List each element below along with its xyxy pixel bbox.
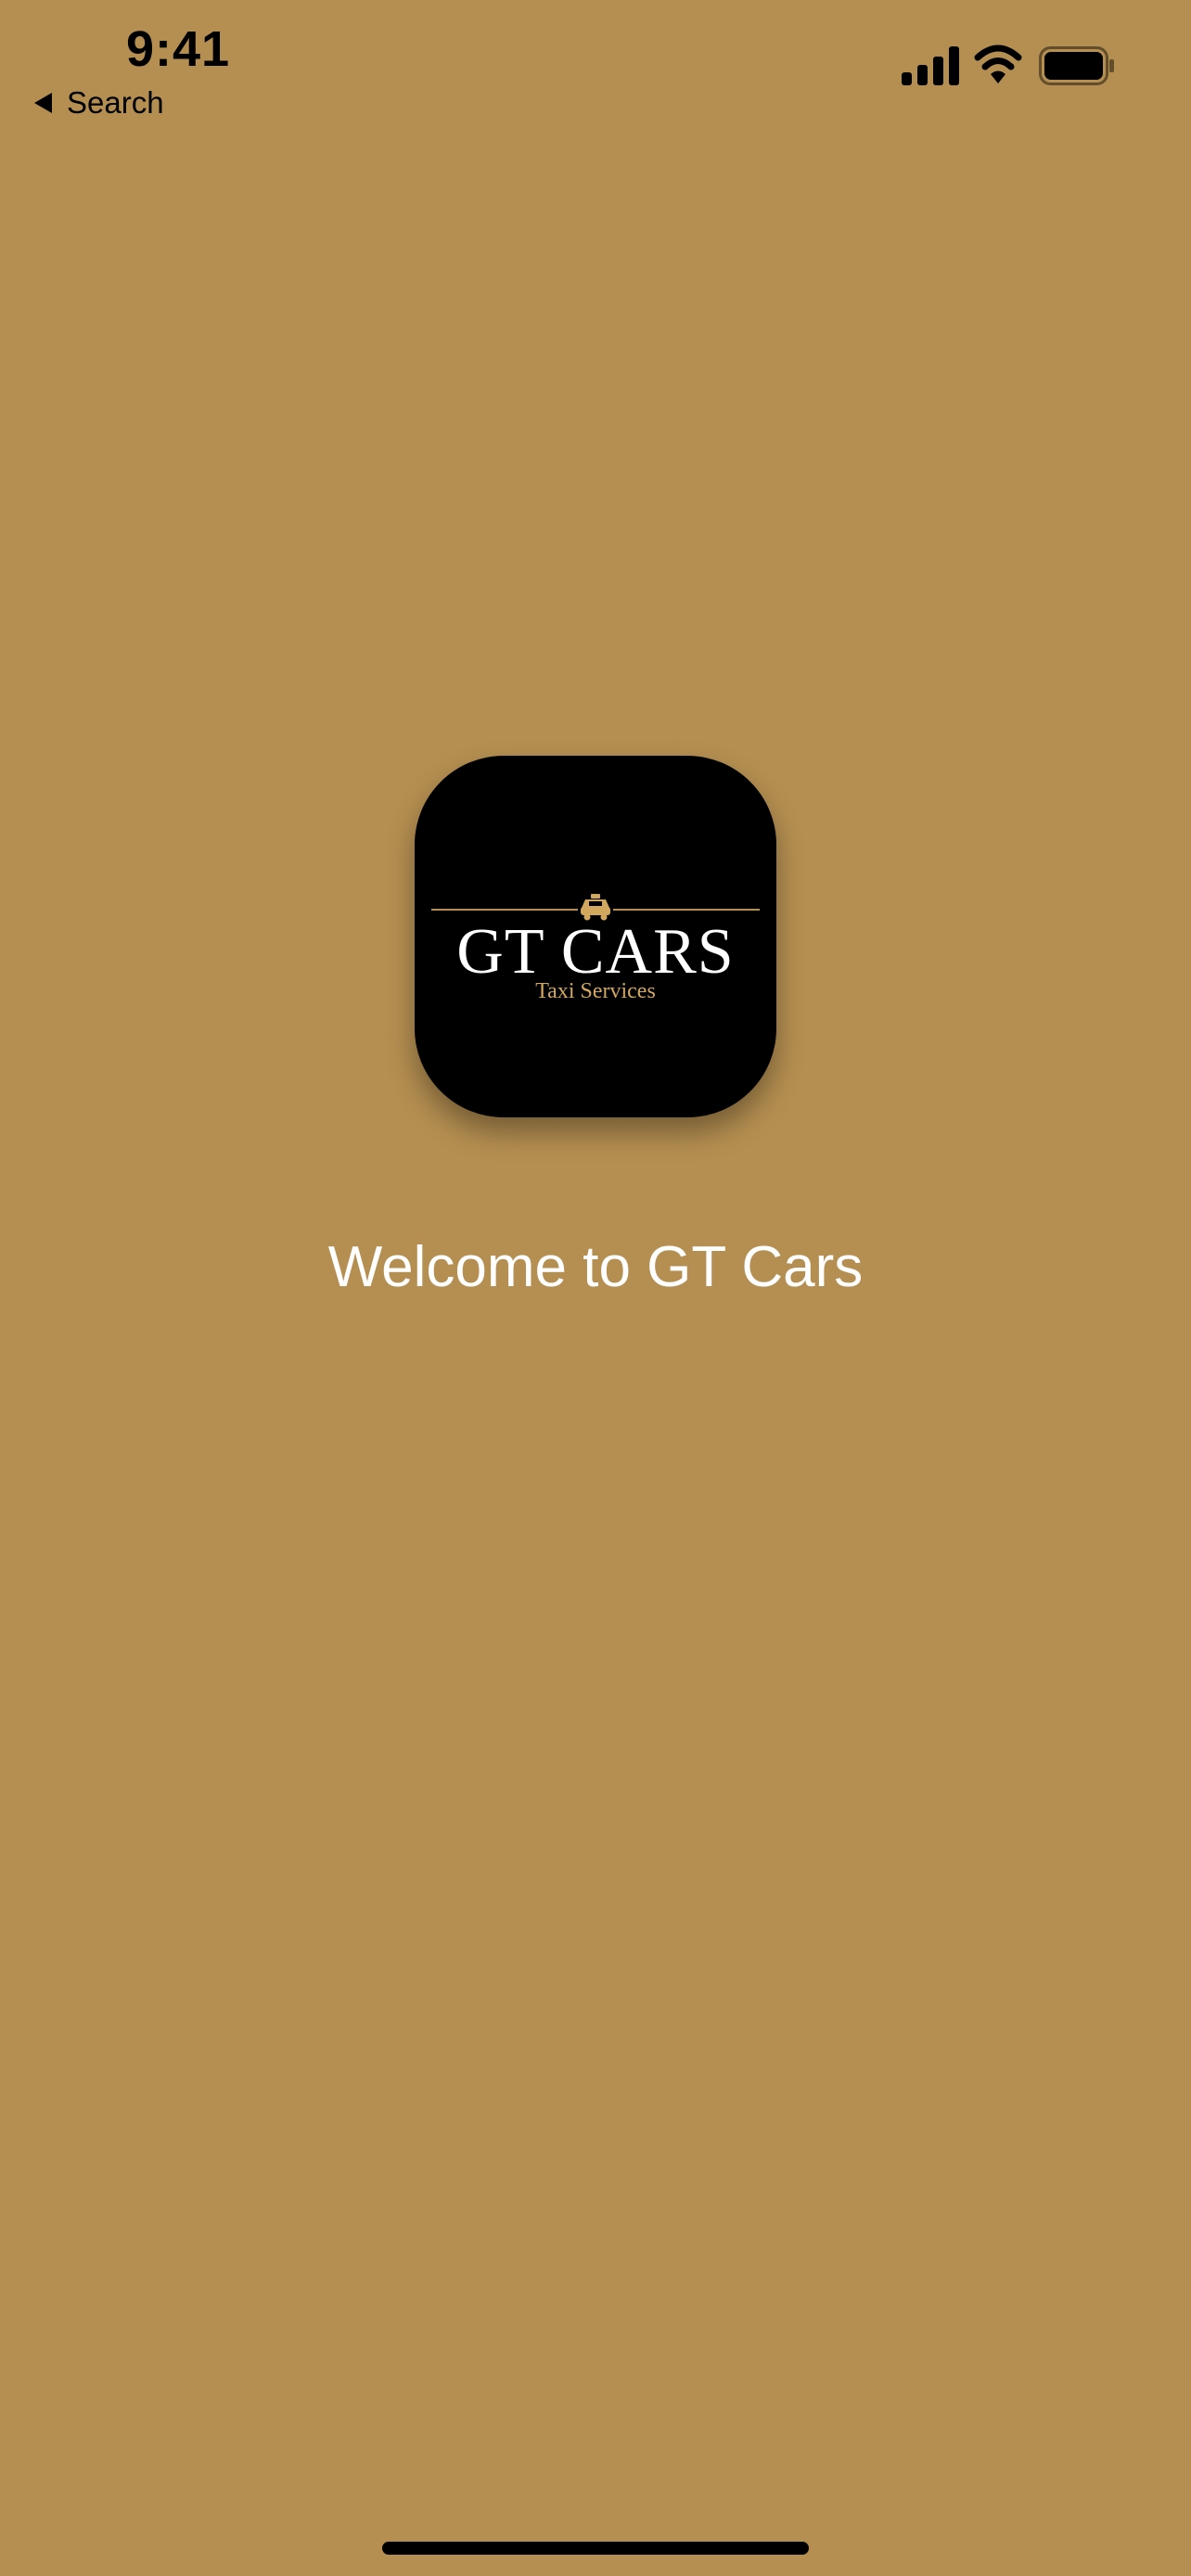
back-arrow-icon — [34, 93, 52, 113]
battery-icon — [1039, 46, 1114, 85]
logo-divider-left — [431, 909, 578, 911]
logo-subtitle: Taxi Services — [535, 979, 656, 1003]
wifi-icon — [974, 45, 1022, 83]
welcome-title: Welcome to GT Cars — [327, 1235, 864, 1299]
home-indicator[interactable] — [382, 2542, 809, 2555]
app-logo-icon: GT CARS Taxi Services — [415, 756, 776, 1117]
status-time: 9:41 — [126, 21, 231, 77]
logo-divider-right — [613, 909, 760, 911]
status-bar: 9:41 Search — [0, 0, 1191, 130]
cellular-signal-icon — [902, 46, 959, 85]
logo-title: GT CARS — [456, 916, 735, 988]
back-link-label: Search — [67, 85, 164, 120]
back-to-search-link[interactable]: Search — [33, 82, 164, 124]
